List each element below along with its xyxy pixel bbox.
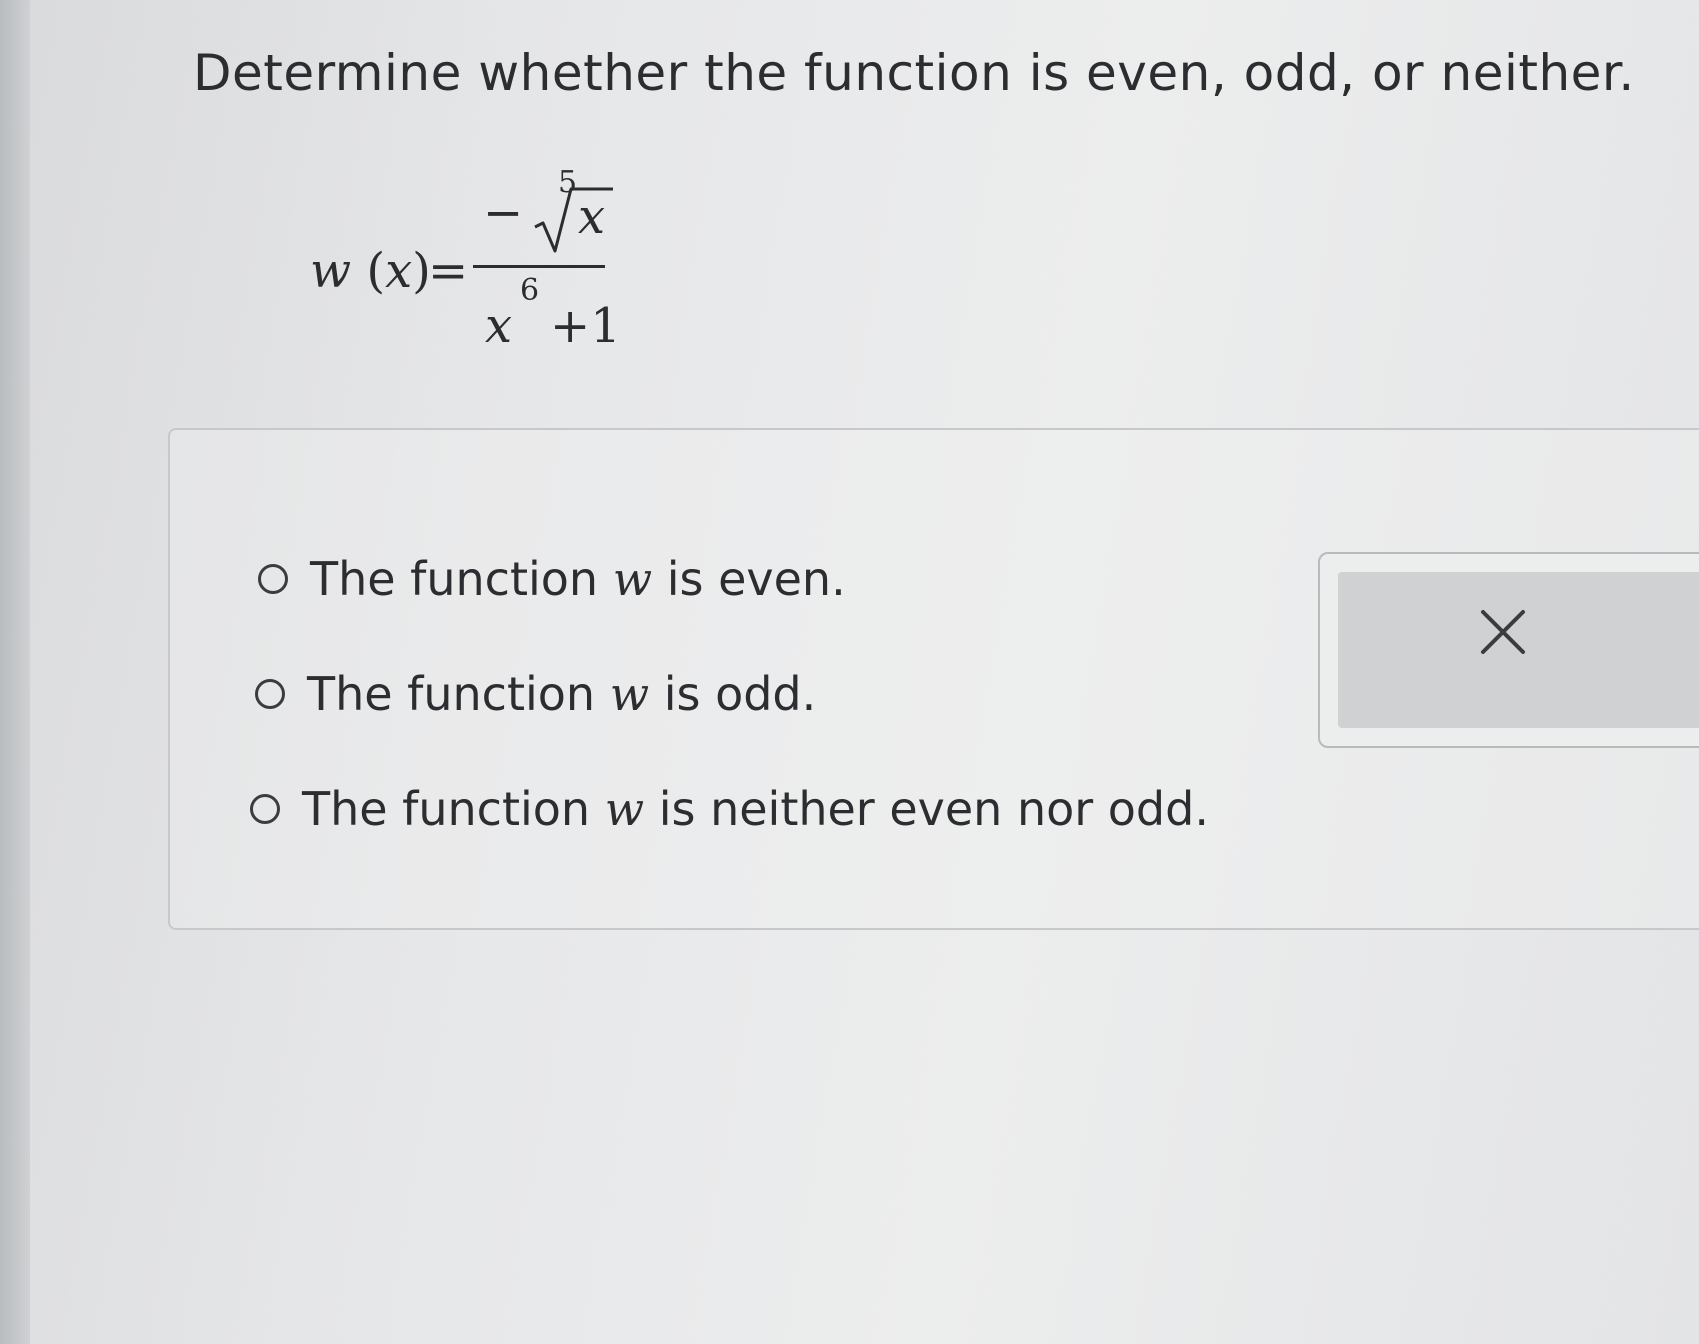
radio-button[interactable]: [250, 794, 280, 824]
radicand: x: [578, 189, 606, 245]
radio-button[interactable]: [255, 679, 285, 709]
function-formula: w (x) = − 5 x x 6 +1: [310, 165, 650, 365]
denominator-base: x: [485, 298, 513, 354]
left-edge: [0, 0, 30, 1344]
paren-open: (: [366, 243, 386, 299]
formula-lhs: w (x): [310, 243, 431, 299]
feedback-box: [1318, 552, 1699, 748]
option-label: The function w is even.: [310, 552, 846, 606]
numerator-minus: −: [483, 185, 524, 241]
question-text: Determine whether the function is even, …: [193, 44, 1635, 102]
option-label: The function w is neither even nor odd.: [302, 782, 1209, 836]
option-even[interactable]: The function w is even.: [258, 552, 846, 606]
equals-sign: =: [428, 243, 469, 299]
option-odd[interactable]: The function w is odd.: [255, 667, 816, 721]
radio-button[interactable]: [258, 564, 288, 594]
function-variable: x: [385, 243, 413, 299]
denominator-exponent: 6: [520, 273, 540, 308]
denominator-rest: +1: [550, 298, 621, 354]
function-name: w: [310, 243, 352, 299]
option-neither[interactable]: The function w is neither even nor odd.: [250, 782, 1209, 836]
close-icon[interactable]: [1475, 604, 1531, 660]
option-label: The function w is odd.: [307, 667, 817, 721]
fraction-bar: [473, 265, 605, 268]
